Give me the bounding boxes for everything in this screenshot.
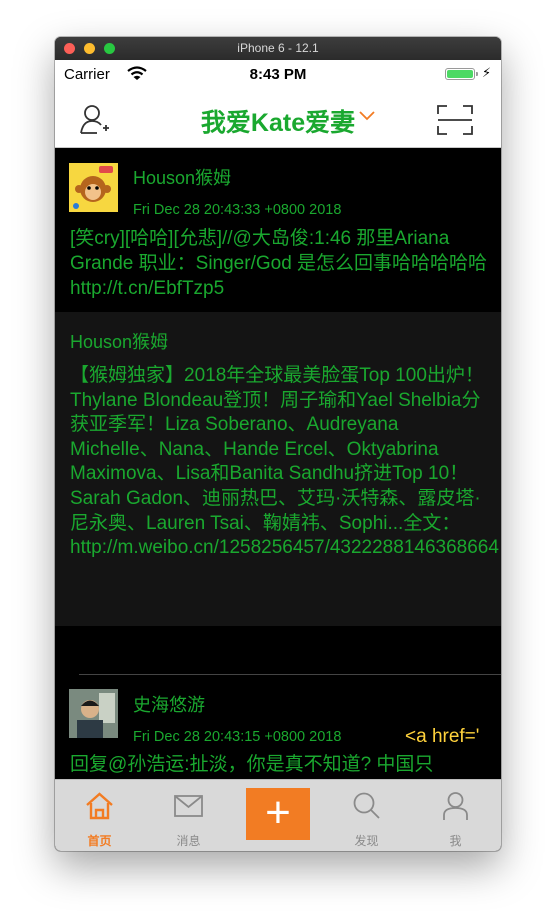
post-source[interactable]: <a href=' [405, 726, 479, 748]
charging-icon: ⚡ [482, 65, 492, 80]
home-icon [86, 792, 113, 820]
plus-icon: + [265, 788, 291, 837]
post-time: Fri Dec 28 20:43:15 +0800 2018 [133, 729, 342, 745]
minimize-window-button[interactable] [84, 43, 95, 54]
compose-button[interactable]: + [246, 788, 310, 840]
tab-messages[interactable]: 消息 [144, 780, 233, 851]
battery-tip [476, 72, 478, 76]
avatar[interactable] [69, 163, 118, 212]
retweet-author-name[interactable]: Houson猴姆 [70, 328, 168, 354]
battery-icon [445, 68, 475, 80]
retweeted-status[interactable]: Houson猴姆 【猴姆独家】2018年全球最美脸蛋Top 100出炉！Thyl… [55, 312, 501, 626]
tab-discover[interactable]: 发现 [322, 780, 411, 851]
tab-label: 我 [449, 834, 462, 848]
post-text: 回复@孙浩运:扯淡，你是真不知道? 中国只 [70, 754, 434, 775]
navigation-bar: 我爱Kate爱妻 [55, 88, 501, 148]
window-titlebar: iPhone 6 - 12.1 [55, 37, 501, 60]
timeline-feed[interactable]: Houson猴姆 Fri Dec 28 20:43:33 +0800 2018 … [55, 148, 501, 779]
status-bar: Carrier 8:43 PM ⚡ [55, 60, 501, 88]
search-icon [353, 792, 380, 819]
close-window-button[interactable] [64, 43, 75, 54]
status-cell[interactable]: 史海悠游 Fri Dec 28 20:43:15 +0800 2018 <a h… [55, 675, 501, 779]
status-cell[interactable]: Houson猴姆 Fri Dec 28 20:43:33 +0800 2018 … [55, 148, 501, 312]
tab-label: 首页 [87, 834, 112, 848]
zoom-window-button[interactable] [104, 43, 115, 54]
phone-screen: Carrier 8:43 PM ⚡ 我爱Kate爱妻 Houson猴姆 Fri … [55, 60, 501, 851]
post-time: Fri Dec 28 20:43:33 +0800 2018 [133, 202, 342, 218]
tab-label: 发现 [354, 834, 379, 848]
post-text: [笑cry][哈哈][允悲]//@大岛俊:1:46 那里Ariana Grand… [70, 228, 488, 299]
tab-home[interactable]: 首页 [55, 780, 144, 851]
retweet-text: 【猴姆独家】2018年全球最美脸蛋Top 100出炉！Thylane Blond… [70, 365, 499, 559]
avatar[interactable] [69, 689, 118, 738]
tab-label: 消息 [176, 834, 201, 848]
tab-profile[interactable]: 我 [411, 780, 500, 851]
envelope-icon [174, 795, 203, 817]
window-title: iPhone 6 - 12.1 [237, 41, 319, 55]
author-name[interactable]: 史海悠游 [133, 691, 205, 717]
scan-icon[interactable] [436, 104, 474, 136]
page-title[interactable]: 我爱Kate爱妻 [55, 103, 501, 139]
person-icon [443, 792, 468, 820]
status-time: 8:43 PM [249, 66, 307, 83]
chevron-down-icon[interactable] [358, 110, 376, 122]
simulator-window: iPhone 6 - 12.1 Carrier 8:43 PM ⚡ 我爱Kate… [55, 37, 501, 851]
author-name[interactable]: Houson猴姆 [133, 164, 231, 190]
tab-bar: 首页 消息 + 发现 我 [55, 779, 501, 851]
